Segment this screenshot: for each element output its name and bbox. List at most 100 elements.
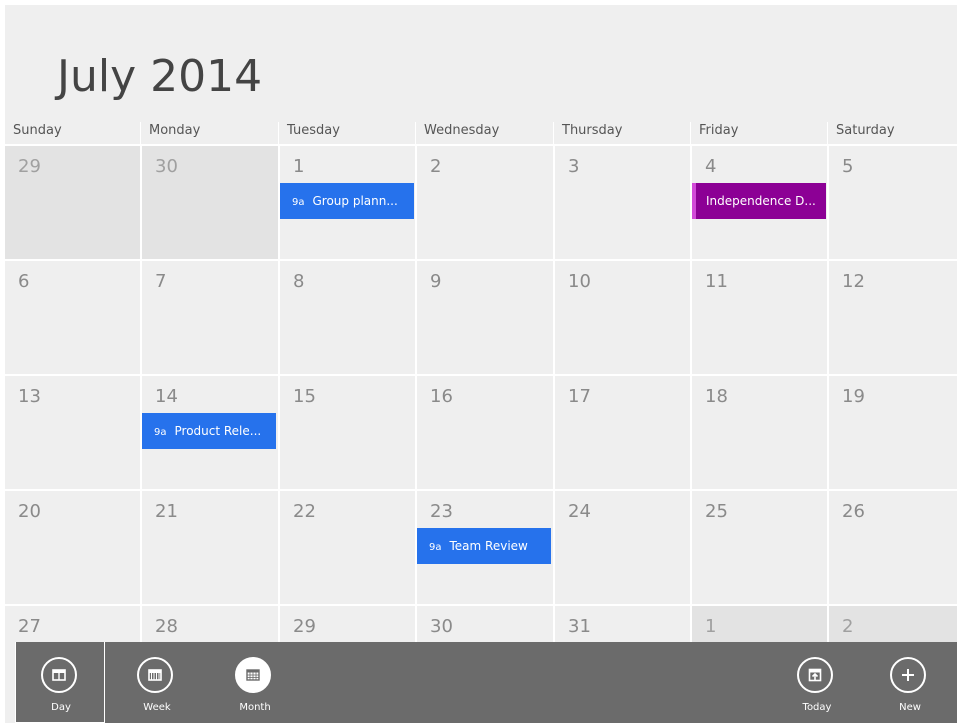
weekday-friday: Friday [690,122,827,144]
day-number: 2 [842,616,854,637]
day-cell[interactable]: 17 [553,374,690,489]
day-number: 31 [568,616,591,637]
day-number: 5 [842,156,854,177]
weekday-tuesday: Tuesday [278,122,415,144]
day-cell[interactable]: 4 Independence D... [690,144,827,259]
event-title: Team Review [449,539,528,553]
weekday-header-row: Sunday Monday Tuesday Wednesday Thursday Frid… [5,122,957,144]
day-cell[interactable]: 24 [553,489,690,604]
weekday-thursday: Thursday [553,122,690,144]
month-button[interactable]: Month [210,642,300,723]
day-number: 10 [568,271,591,292]
day-cell[interactable]: 6 [5,259,140,374]
app-bar: Day Week Month Today New [15,642,957,723]
weekday-sunday: Sunday [13,123,62,138]
month-title[interactable]: July 2014 [57,55,262,99]
week-view-icon [137,657,173,693]
day-number: 7 [155,271,167,292]
calendar-event[interactable]: 9a Team Review [417,528,551,564]
day-number: 28 [155,616,178,637]
day-number: 8 [293,271,305,292]
day-number: 6 [18,271,30,292]
weekday-saturday: Saturday [827,122,957,144]
button-label: New [899,702,921,713]
day-cell[interactable]: 26 [827,489,957,604]
week-button[interactable]: Week [112,642,202,723]
add-icon [890,657,926,693]
day-number: 29 [18,156,41,177]
calendar-event[interactable]: 9a Product Rele... [142,413,276,449]
day-cell[interactable]: 20 [5,489,140,604]
new-button[interactable]: New [865,642,955,723]
day-number: 17 [568,386,591,407]
day-cell[interactable]: 5 [827,144,957,259]
day-cell[interactable]: 13 [5,374,140,489]
day-number: 26 [842,501,865,522]
day-cell[interactable]: 16 [415,374,553,489]
day-cell[interactable]: 12 [827,259,957,374]
day-number: 24 [568,501,591,522]
event-time: 9a [429,542,442,553]
day-number: 30 [430,616,453,637]
day-number: 30 [155,156,178,177]
day-number: 3 [568,156,580,177]
day-cell[interactable]: 9 [415,259,553,374]
event-title: Group plann... [312,194,398,208]
day-cell[interactable]: 22 [278,489,415,604]
today-button[interactable]: Today [772,642,862,723]
day-number: 22 [293,501,316,522]
day-number: 4 [705,156,717,177]
day-cell[interactable]: 30 [140,144,278,259]
button-label: Today [802,702,832,713]
day-cell[interactable]: 15 [278,374,415,489]
day-number: 27 [18,616,41,637]
day-view-icon [41,657,77,693]
day-number: 20 [18,501,41,522]
day-number: 13 [18,386,41,407]
day-number: 25 [705,501,728,522]
day-number: 15 [293,386,316,407]
button-label: Day [51,702,71,713]
day-number: 1 [705,616,717,637]
day-number: 12 [842,271,865,292]
day-number: 19 [842,386,865,407]
day-cell[interactable]: 7 [140,259,278,374]
day-number: 14 [155,386,178,407]
day-cell[interactable]: 29 [5,144,140,259]
event-title: Product Rele... [174,424,262,438]
day-number: 2 [430,156,442,177]
day-number: 16 [430,386,453,407]
button-label: Month [239,702,271,713]
day-number: 9 [430,271,442,292]
month-view-icon [235,657,271,693]
day-cell[interactable]: 19 [827,374,957,489]
day-cell[interactable]: 23 9a Team Review [415,489,553,604]
day-cell[interactable]: 8 [278,259,415,374]
day-number: 29 [293,616,316,637]
weekday-monday: Monday [140,122,278,144]
day-cell[interactable]: 10 [553,259,690,374]
calendar-event[interactable]: 9a Group plann... [280,183,414,219]
event-time: 9a [292,197,305,208]
day-number: 11 [705,271,728,292]
day-cell[interactable]: 2 [415,144,553,259]
day-cell[interactable]: 14 9a Product Rele... [140,374,278,489]
day-cell[interactable]: 25 [690,489,827,604]
day-number: 18 [705,386,728,407]
day-cell[interactable]: 1 9a Group plann... [278,144,415,259]
day-cell[interactable]: 3 [553,144,690,259]
event-time: 9a [154,427,167,438]
calendar-app: July 2014 Sunday Monday Tuesday Wednesday Th… [5,5,957,723]
holiday-event[interactable]: Independence D... [692,183,826,219]
day-number: 23 [430,501,453,522]
day-number: 1 [293,156,305,177]
weekday-wednesday: Wednesday [415,122,553,144]
day-cell[interactable]: 21 [140,489,278,604]
day-cell[interactable]: 18 [690,374,827,489]
button-label: Week [143,702,171,713]
day-cell[interactable]: 11 [690,259,827,374]
event-title: Independence D... [706,194,816,208]
day-button[interactable]: Day [15,642,105,723]
day-number: 21 [155,501,178,522]
today-icon [797,657,833,693]
